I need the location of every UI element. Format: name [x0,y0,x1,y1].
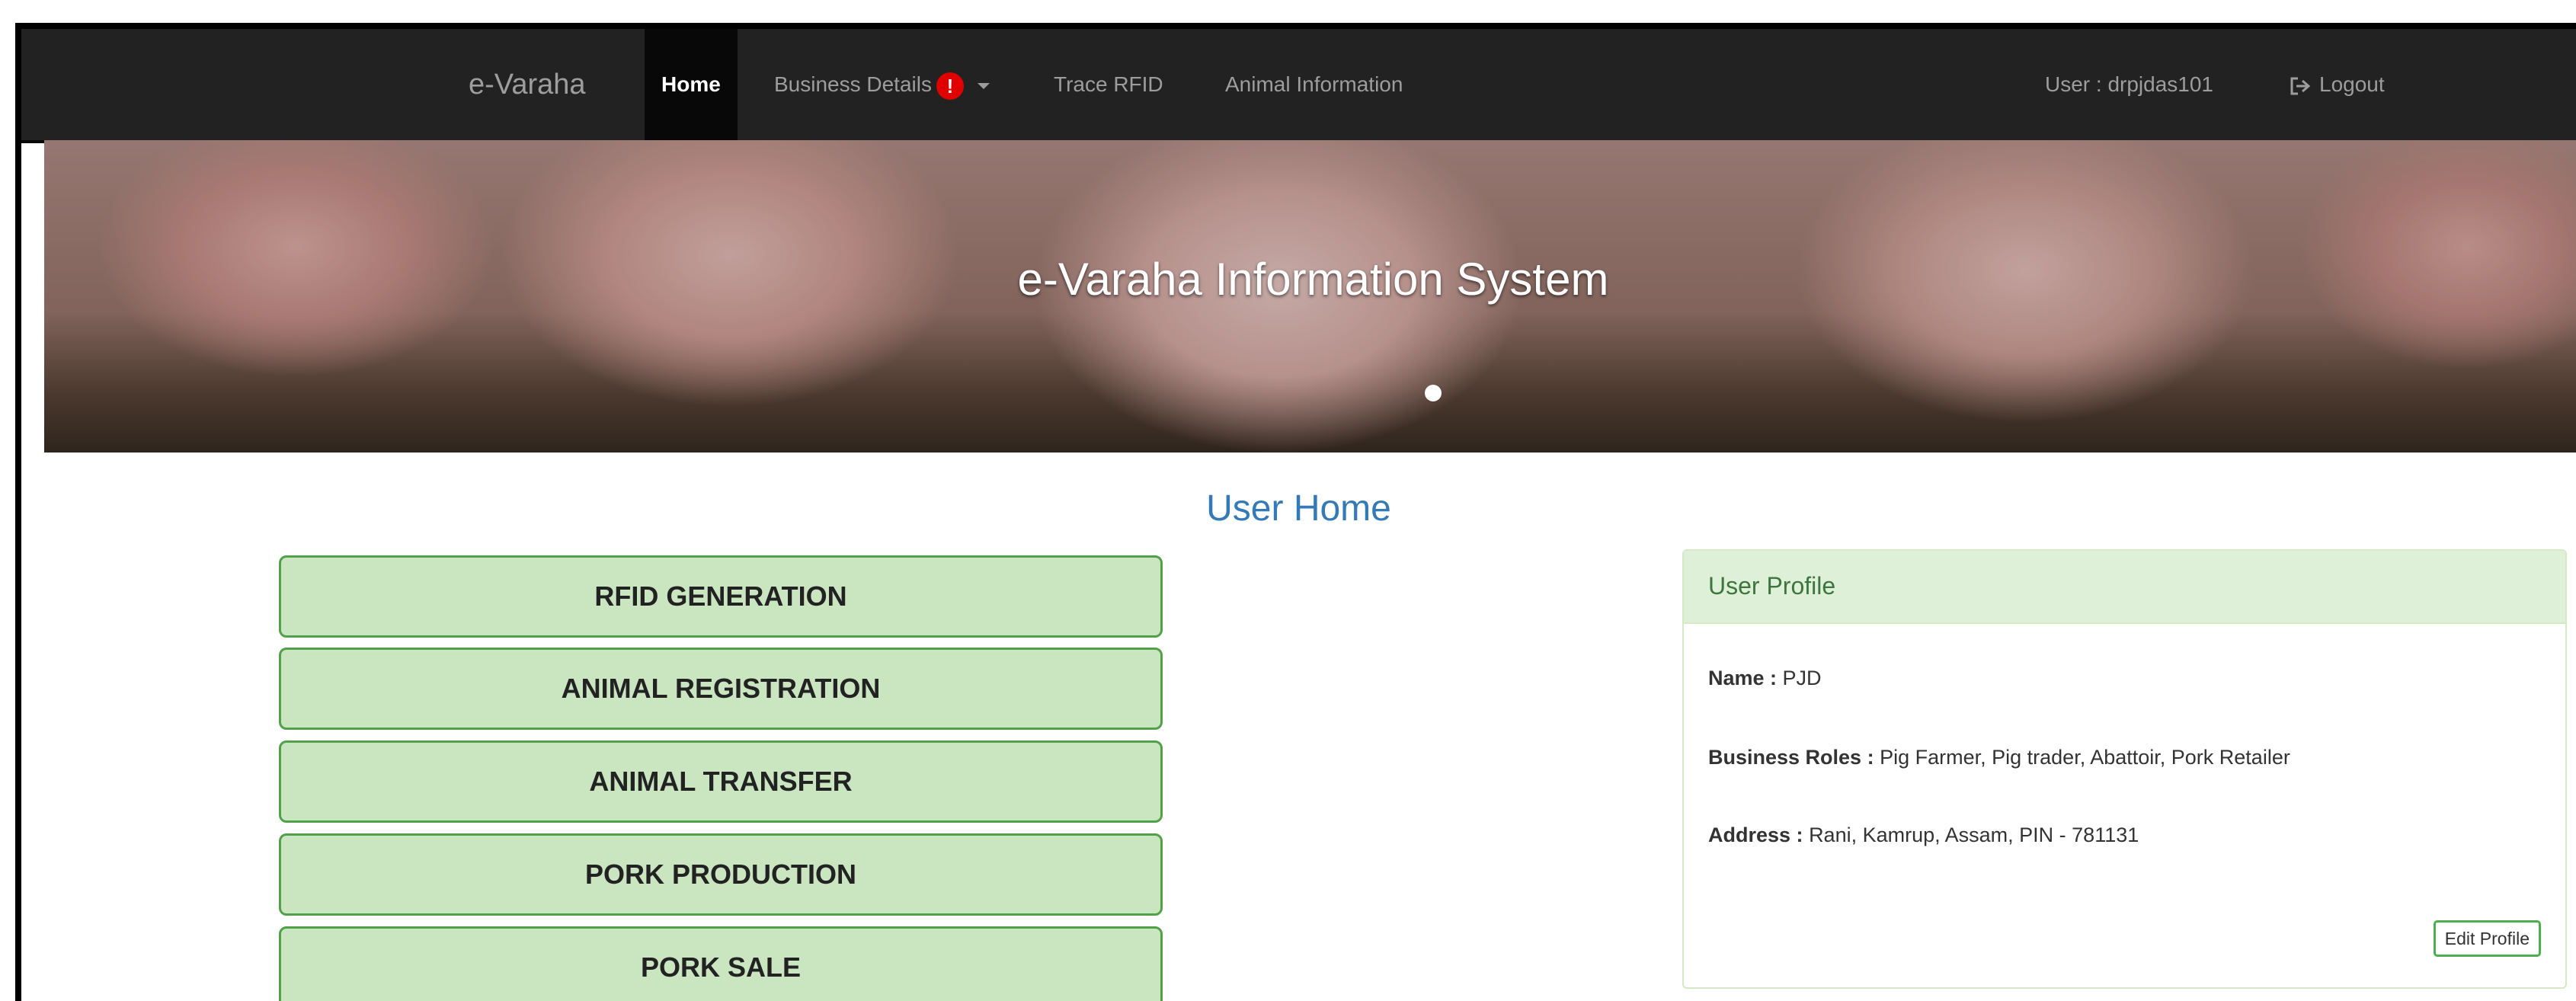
profile-name-label: Name : [1708,667,1778,689]
animal-registration-button[interactable]: ANIMAL REGISTRATION [279,648,1163,730]
profile-address-value: Rani, Kamrup, Assam, PIN - 781131 [1809,824,2139,846]
logout-icon [2290,77,2311,95]
rfid-generation-button[interactable]: RFID GENERATION [279,555,1163,638]
logout-link[interactable]: Logout [2289,29,2385,140]
profile-address-label: Address : [1708,824,1803,846]
top-navbar: e-Varaha Home Business Details! Trace RF… [21,29,2576,143]
alert-badge: ! [936,72,964,100]
user-profile-heading: User Profile [1684,551,2565,624]
nav-trace-rfid[interactable]: Trace RFID [1054,29,1163,140]
profile-address-row: Address : Rani, Kamrup, Assam, PIN - 781… [1708,824,2139,847]
hero-title: e-Varaha Information System [1017,254,1609,305]
profile-name-row: Name : PJD [1708,667,1822,690]
edit-profile-button[interactable]: Edit Profile [2433,920,2541,957]
nav-business-details[interactable]: Business Details! [774,29,990,140]
user-profile-panel: User Profile Name : PJD Business Roles :… [1682,549,2567,989]
nav-home[interactable]: Home [645,29,738,140]
carousel-indicator[interactable] [1425,385,1442,401]
profile-roles-value: Pig Farmer, Pig trader, Abattoir, Pork R… [1880,746,2290,769]
nav-trace-rfid-label: Trace RFID [1054,72,1163,96]
nav-home-label: Home [661,72,721,96]
hero-carousel: e-Varaha Information System [44,140,2576,453]
pork-sale-button[interactable]: PORK SALE [279,926,1163,1001]
logout-label: Logout [2319,72,2385,96]
animal-transfer-button[interactable]: ANIMAL TRANSFER [279,740,1163,823]
user-label: User : drpjdas101 [2045,72,2214,96]
page-title: User Home [1206,488,1391,529]
pork-production-button[interactable]: PORK PRODUCTION [279,833,1163,916]
nav-business-details-label: Business Details [774,72,932,96]
nav-animal-information[interactable]: Animal Information [1225,29,1403,140]
brand-link[interactable]: e-Varaha [469,29,586,140]
nav-animal-information-label: Animal Information [1225,72,1403,96]
profile-roles-label: Business Roles : [1708,746,1874,769]
app-frame: e-Varaha Home Business Details! Trace RF… [15,23,2576,1001]
profile-roles-row: Business Roles : Pig Farmer, Pig trader,… [1708,746,2290,769]
chevron-down-icon [977,82,990,89]
profile-name-value: PJD [1782,667,1822,689]
